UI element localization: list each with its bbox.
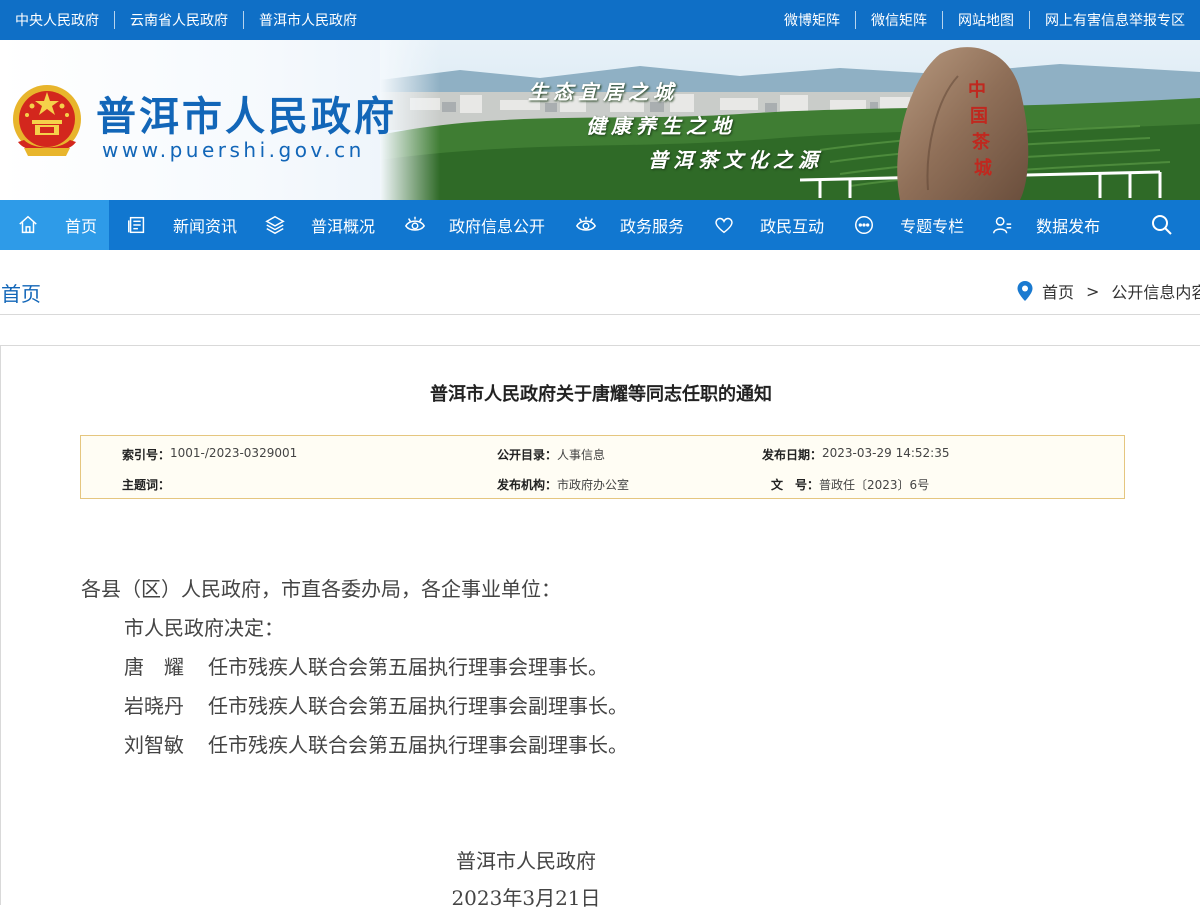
article-sign-date: 2023年3月21日 — [451, 886, 601, 910]
slogan-2: 健康养生之地 — [586, 114, 736, 138]
appointment-duty: 任市残疾人联合会第五届执行理事会理事长。 — [208, 655, 608, 679]
appointee-name: 岩晓丹 — [124, 694, 184, 718]
link-yunnan-government[interactable]: 云南省人民政府 — [114, 11, 243, 29]
meta-catalog: 公开目录： 人事信息 — [497, 448, 606, 462]
national-emblem-icon — [13, 85, 81, 156]
nav-item-topics[interactable]: 专题专栏 — [824, 200, 964, 250]
chat-icon — [852, 213, 876, 237]
breadcrumb: 首页 > 公开信息内容 — [1016, 279, 1200, 303]
news-icon — [125, 213, 149, 237]
article-title: 普洱市人民政府关于唐耀等同志任职的通知 — [430, 384, 772, 405]
layers-icon — [263, 213, 287, 237]
meta-publisher: 发布机构： 市政府办公室 — [497, 478, 630, 492]
breadcrumb-separator: > — [1086, 281, 1100, 301]
article-body: 各县（区）人民政府，市直各委办局，各企事业单位： 市人民政府决定： 唐 耀任市残… — [81, 570, 628, 765]
search-button[interactable] — [1150, 213, 1174, 237]
appointment-duty: 任市残疾人联合会第五届执行理事会副理事长。 — [208, 694, 628, 718]
eye-icon — [574, 213, 598, 237]
user-icon — [990, 213, 1014, 237]
breadcrumb-bar: 首页 首页 > 公开信息内容 — [0, 250, 1200, 315]
eye-icon — [403, 213, 427, 237]
appointment-line: 刘智敏 任市残疾人联合会第五届执行理事会副理事长。 — [81, 726, 628, 765]
link-site-map[interactable]: 网站地图 — [942, 11, 1029, 29]
nav-item-data-release[interactable]: 数据发布 — [964, 200, 1100, 250]
meta-index: 索引号： 1001-/2023-0329001 — [122, 446, 298, 462]
appointee-name: 唐 耀 — [124, 655, 184, 679]
top-link-bar: 中央人民政府 云南省人民政府 普洱市人民政府 微博矩阵 微信矩阵 网站地图 网上… — [0, 0, 1200, 40]
site-banner: 中国茶城 普洱市人民政府 www.puershi.gov.cn 生态宜居之城 健… — [0, 40, 1200, 200]
site-url: www.puershi.gov.cn — [102, 138, 365, 162]
link-central-government[interactable]: 中央人民政府 — [0, 11, 114, 29]
nav-item-interaction[interactable]: 政民互动 — [684, 200, 824, 250]
home-icon — [16, 213, 40, 237]
slogan-3: 普洱茶文化之源 — [648, 148, 823, 172]
appointment-duty: 任市残疾人联合会第五届执行理事会副理事长。 — [208, 733, 628, 757]
link-harmful-info-report[interactable]: 网上有害信息举报专区 — [1029, 11, 1200, 29]
top-right-links: 微博矩阵 微信矩阵 网站地图 网上有害信息举报专区 — [769, 0, 1200, 40]
site-title: 普洱市人民政府 — [96, 93, 397, 140]
link-weibo-matrix[interactable]: 微博矩阵 — [769, 11, 855, 29]
nav-item-gov-services[interactable]: 政务服务 — [545, 200, 684, 250]
heart-icon — [712, 213, 736, 237]
appointment-line: 岩晓丹 任市残疾人联合会第五届执行理事会副理事长。 — [81, 687, 628, 726]
slogan-1: 生态宜居之城 — [528, 80, 678, 104]
nav-item-info-disclosure[interactable]: 政府信息公开 — [375, 200, 545, 250]
location-pin-icon — [1017, 281, 1033, 301]
main-nav: 首页 新闻资讯 普洱概况 政府信息公开 政务服务 政民互动 专题专栏 数据发布 — [0, 200, 1200, 250]
meta-document-number: 文 号： 普政任〔2023〕6号 — [771, 478, 930, 492]
appointment-line: 唐 耀任市残疾人联合会第五届执行理事会理事长。 — [81, 648, 628, 687]
meta-publish-date: 发布日期： 2023-03-29 14:52:35 — [762, 446, 950, 462]
appointee-name: 刘智敏 — [124, 733, 184, 757]
link-wechat-matrix[interactable]: 微信矩阵 — [855, 11, 942, 29]
breadcrumb-home-link[interactable]: 首页 — [1042, 279, 1074, 303]
search-icon — [1152, 215, 1172, 235]
top-left-links: 中央人民政府 云南省人民政府 普洱市人民政府 — [0, 0, 372, 40]
article-decision: 市人民政府决定： — [124, 616, 284, 640]
section-title: 首页 — [1, 282, 41, 306]
nav-item-home[interactable]: 首页 — [0, 200, 109, 250]
city-landscape-photo: 中国茶城 — [380, 40, 1200, 200]
nav-item-news[interactable]: 新闻资讯 — [109, 200, 237, 250]
article-signature: 普洱市人民政府 — [456, 849, 596, 873]
article-salutation: 各县（区）人民政府，市直各委办局，各企事业单位： — [81, 577, 561, 601]
article-panel: 普洱市人民政府关于唐耀等同志任职的通知 索引号： 1001-/2023-0329… — [0, 345, 1200, 910]
nav-item-overview[interactable]: 普洱概况 — [237, 200, 375, 250]
breadcrumb-current[interactable]: 公开信息内容 — [1111, 279, 1200, 303]
article-meta-box: 索引号： 1001-/2023-0329001 公开目录： 人事信息 发布日期：… — [80, 435, 1125, 499]
link-puer-government[interactable]: 普洱市人民政府 — [243, 11, 372, 29]
meta-subject: 主题词： — [122, 478, 171, 492]
